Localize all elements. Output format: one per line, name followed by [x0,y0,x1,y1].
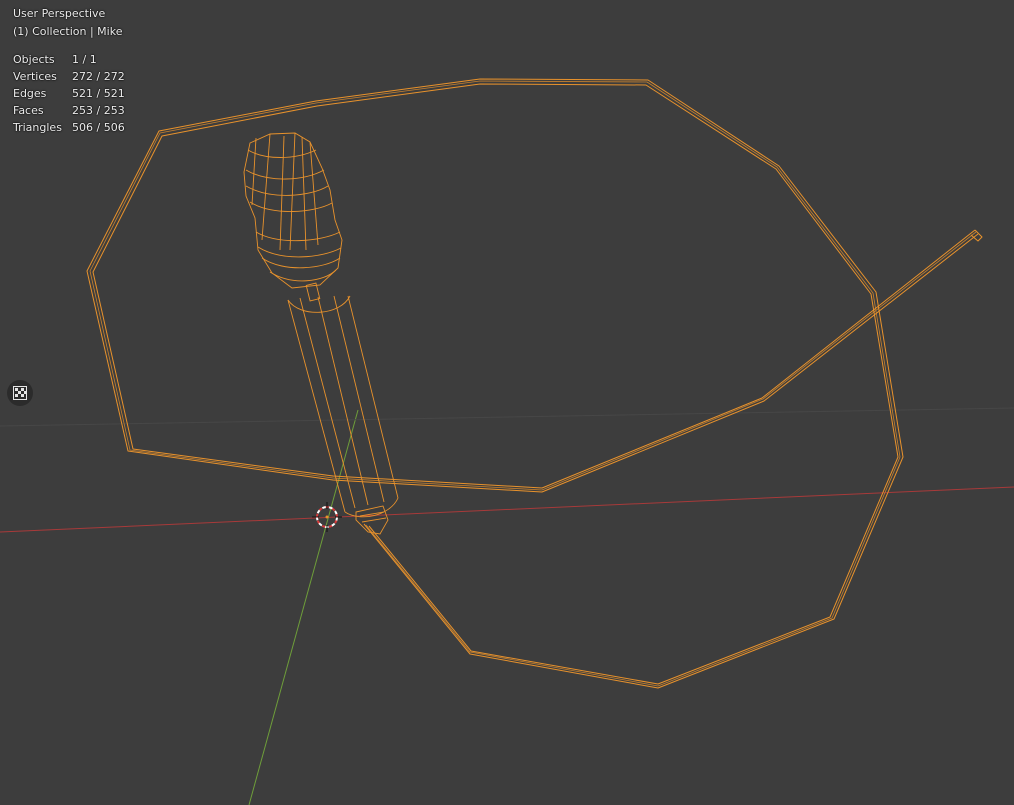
mic-head-band-1 [247,149,317,158]
mic-head-band-5 [255,231,341,242]
mic-head-band-7 [261,257,341,269]
x-axis-line [0,486,1014,533]
stat-value: 253 / 253 [72,104,125,117]
view-title: User Perspective [13,7,106,20]
cable-loop-outer [86,78,979,689]
microphone-wireframe[interactable] [243,132,399,535]
cable-wireframe[interactable] [86,78,983,689]
3d-cursor-icon[interactable] [312,502,342,532]
stat-value: 521 / 521 [72,87,125,100]
stat-label: Edges [13,87,47,100]
stat-label: Faces [13,104,44,117]
cable-loop-inner [92,83,976,685]
collection-object-label: (1) Collection | Mike [13,25,123,38]
stat-row-triangles: Triangles 506 / 506 [13,119,125,136]
stat-row-vertices: Vertices 272 / 272 [13,68,125,85]
stat-label: Triangles [13,121,62,134]
checker-grid-icon [13,386,27,400]
mic-head-vert-5 [279,135,285,251]
mic-handle-right [347,295,399,499]
stat-label: Objects [13,53,55,66]
stat-row-objects: Objects 1 / 1 [13,51,125,68]
mic-head-vert-1 [261,133,271,241]
stat-label: Vertices [13,70,57,83]
mic-head-vert-2 [289,132,296,251]
scene-statistics: Objects 1 / 1 Vertices 272 / 272 Edges 5… [13,51,125,136]
3d-viewport[interactable]: User Perspective (1) Collection | Mike O… [0,0,1014,805]
stat-value: 272 / 272 [72,70,125,83]
y-axis-line [248,409,359,805]
mic-head-band-6 [257,246,342,258]
mic-head-band-4 [249,201,333,212]
checker-grid-toggle-button[interactable] [7,380,33,406]
mic-head-band-3 [245,185,329,196]
stat-row-edges: Edges 521 / 521 [13,85,125,102]
mic-handle-inner-2 [317,296,369,506]
mic-head-vert-4 [251,137,257,206]
stat-value: 1 / 1 [72,53,97,66]
stat-value: 506 / 506 [72,121,125,134]
mic-connector-line-2 [361,517,387,523]
stat-row-faces: Faces 253 / 253 [13,102,125,119]
mic-handle-left [287,299,346,513]
scene-canvas[interactable] [0,0,1014,805]
horizon-line [0,407,1014,427]
cable-loop-mid [89,80,977,687]
